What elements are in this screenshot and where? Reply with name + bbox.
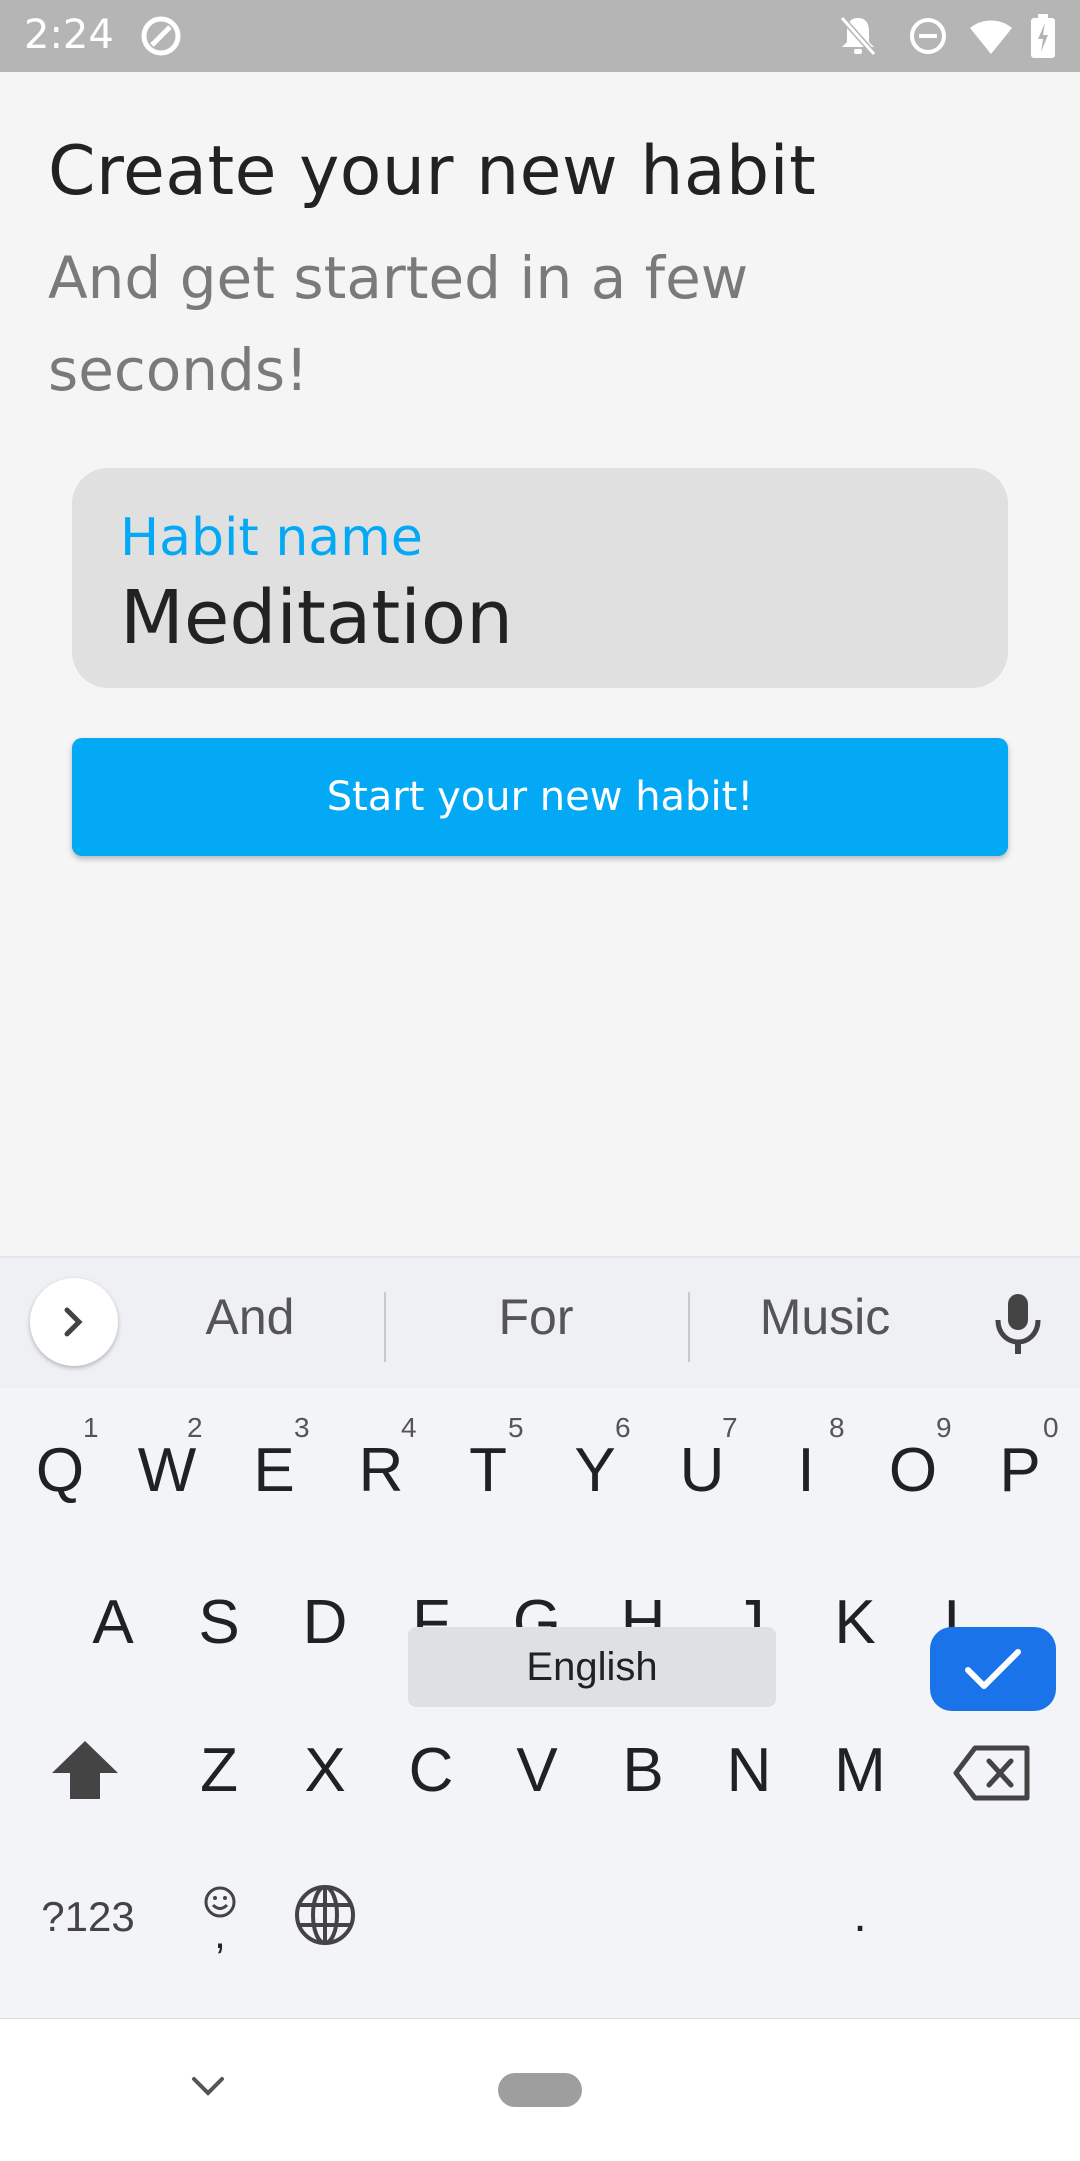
key-hint: 1	[83, 1412, 99, 1443]
key-hint: 8	[829, 1412, 845, 1443]
suggestion-1[interactable]: And	[150, 1288, 350, 1346]
key-c[interactable]: C	[391, 1720, 471, 1820]
key-b[interactable]: B	[603, 1720, 683, 1820]
shift-icon	[52, 1741, 118, 1799]
language-key[interactable]	[290, 1880, 360, 1950]
key-v[interactable]: V	[497, 1720, 577, 1820]
chevron-down-icon	[192, 2077, 224, 2096]
key-hint: 5	[508, 1412, 524, 1443]
suggestion-divider	[384, 1292, 386, 1362]
key-z[interactable]: Z	[179, 1720, 259, 1820]
backspace-key[interactable]	[950, 1740, 1034, 1806]
suggestion-strip: And For Music	[0, 1258, 1080, 1388]
microphone-icon[interactable]	[990, 1292, 1046, 1361]
expand-toolbar-button[interactable]	[30, 1278, 118, 1366]
key-hint: 7	[722, 1412, 738, 1443]
habit-name-input[interactable]	[120, 568, 960, 668]
do-not-disturb-icon	[908, 14, 948, 58]
system-nav-bar	[0, 2018, 1080, 2161]
backspace-icon	[953, 1745, 1030, 1801]
emoji-comma-key[interactable]: ,	[180, 1872, 260, 1962]
key-s[interactable]: S	[179, 1572, 259, 1672]
key-hint: 2	[187, 1412, 203, 1443]
status-time: 2:24	[24, 12, 114, 58]
shift-key[interactable]	[44, 1720, 126, 1820]
page-title: Create your new habit	[48, 132, 817, 211]
wifi-icon	[968, 14, 1014, 58]
key-hint: 6	[615, 1412, 631, 1443]
key-hint: 0	[1043, 1412, 1059, 1443]
done-key[interactable]	[930, 1627, 1056, 1711]
checkmark-icon	[965, 1649, 1021, 1689]
habit-name-label: Habit name	[120, 508, 423, 568]
key-a[interactable]: A	[73, 1572, 153, 1672]
key-x[interactable]: X	[285, 1720, 365, 1820]
hide-keyboard-button[interactable]	[190, 2073, 226, 2104]
create-habit-screen: Create your new habit And get started in…	[0, 72, 1080, 1256]
start-habit-button[interactable]: Start your new habit!	[72, 738, 1008, 856]
page-subtitle: And get started in a few seconds!	[48, 244, 749, 404]
key-d[interactable]: D	[285, 1572, 365, 1672]
key-m[interactable]: M	[815, 1720, 905, 1820]
app-notification-icon	[138, 14, 184, 58]
key-k[interactable]: K	[815, 1572, 895, 1672]
key-hint: 9	[936, 1412, 952, 1443]
notifications-off-icon	[838, 14, 878, 58]
habit-name-field[interactable]: Habit name	[72, 468, 1008, 688]
status-bar: 2:24	[0, 0, 1080, 72]
symbols-key[interactable]: ?123	[28, 1882, 148, 1952]
battery-charging-icon	[1030, 14, 1056, 58]
suggestion-2[interactable]: For	[436, 1288, 636, 1346]
chevron-right-icon	[64, 1307, 83, 1337]
suggestion-divider	[688, 1292, 690, 1362]
key-n[interactable]: N	[709, 1720, 789, 1820]
suggestion-3[interactable]: Music	[725, 1288, 925, 1346]
period-key[interactable]: .	[830, 1880, 890, 1950]
key-hint: 4	[401, 1412, 417, 1443]
space-bar[interactable]: English	[408, 1627, 776, 1707]
home-pill[interactable]	[498, 2073, 582, 2107]
globe-icon	[295, 1885, 355, 1945]
key-hint: 3	[294, 1412, 310, 1443]
